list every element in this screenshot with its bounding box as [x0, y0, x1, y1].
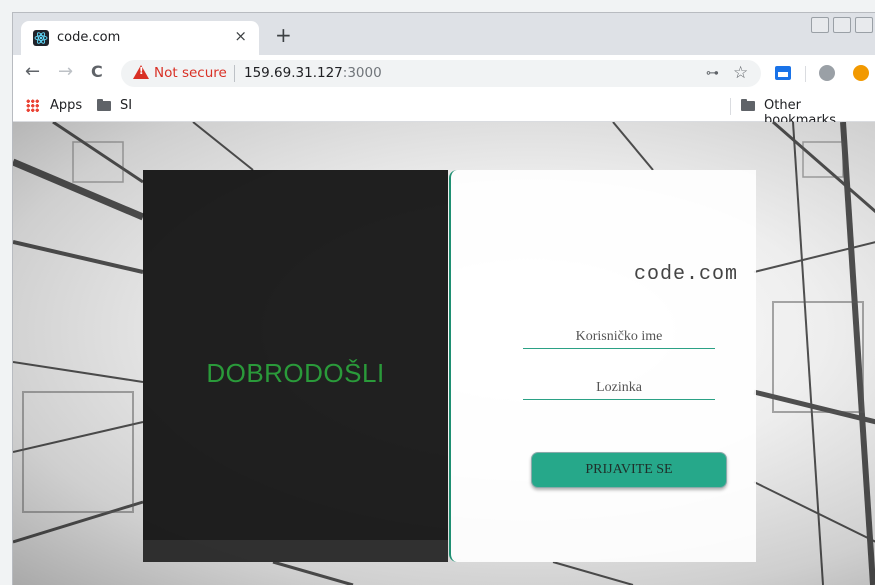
- url-host: 159.69.31.127: [244, 65, 343, 81]
- warning-icon[interactable]: [133, 65, 149, 79]
- maximize-button[interactable]: [833, 17, 851, 33]
- brand-logo: code.com: [633, 263, 738, 286]
- bookmarks-divider: [730, 98, 731, 115]
- browser-window: code.com × + ← → C Not secure 159.69.31.…: [12, 12, 875, 585]
- browser-tab[interactable]: code.com ×: [21, 21, 259, 55]
- welcome-panel: DOBRODOŠLI: [143, 170, 448, 562]
- new-tab-button[interactable]: +: [275, 25, 292, 45]
- panel-footer: [143, 540, 448, 562]
- omnibox-divider: [234, 65, 235, 82]
- toolbar: ← → C Not secure 159.69.31.127:3000 ⊶ ☆: [13, 55, 875, 91]
- welcome-heading: DOBRODOŠLI: [206, 358, 385, 388]
- tab-strip: code.com × +: [13, 13, 875, 55]
- reload-button[interactable]: C: [91, 62, 103, 82]
- login-panel: code.com PRIJAVITE SE: [449, 170, 756, 562]
- url-text[interactable]: 159.69.31.127:3000: [244, 65, 382, 81]
- forward-button[interactable]: →: [58, 62, 73, 82]
- bookmark-star-icon[interactable]: ☆: [733, 63, 748, 83]
- folder-icon: [741, 99, 755, 111]
- security-status[interactable]: Not secure: [154, 65, 227, 81]
- address-bar[interactable]: Not secure 159.69.31.127:3000 ⊶ ☆: [121, 60, 761, 87]
- apps-grid-icon[interactable]: [26, 99, 39, 112]
- bookmarks-bar: Apps SI Other bookmarks: [13, 91, 875, 128]
- minimize-button[interactable]: [811, 17, 829, 33]
- url-port: :3000: [342, 65, 382, 81]
- key-icon[interactable]: ⊶: [706, 66, 719, 81]
- close-window-button[interactable]: [855, 17, 873, 33]
- username-field[interactable]: [523, 326, 715, 349]
- react-favicon-icon: [33, 30, 49, 46]
- extension-icon[interactable]: [775, 66, 791, 80]
- update-icon[interactable]: [853, 65, 869, 81]
- profile-avatar-icon[interactable]: [819, 65, 835, 81]
- tab-title: code.com: [57, 30, 121, 45]
- login-button[interactable]: PRIJAVITE SE: [531, 452, 727, 488]
- toolbar-divider: [805, 66, 806, 82]
- apps-bookmark[interactable]: Apps: [50, 98, 82, 113]
- back-button[interactable]: ←: [25, 62, 40, 82]
- folder-icon: [97, 99, 111, 111]
- password-field[interactable]: [523, 377, 715, 400]
- tab-close-icon[interactable]: ×: [234, 27, 247, 45]
- bookmark-folder-si[interactable]: SI: [120, 98, 132, 113]
- page-viewport: DOBRODOŠLI code.com PRIJAVITE SE: [13, 122, 875, 585]
